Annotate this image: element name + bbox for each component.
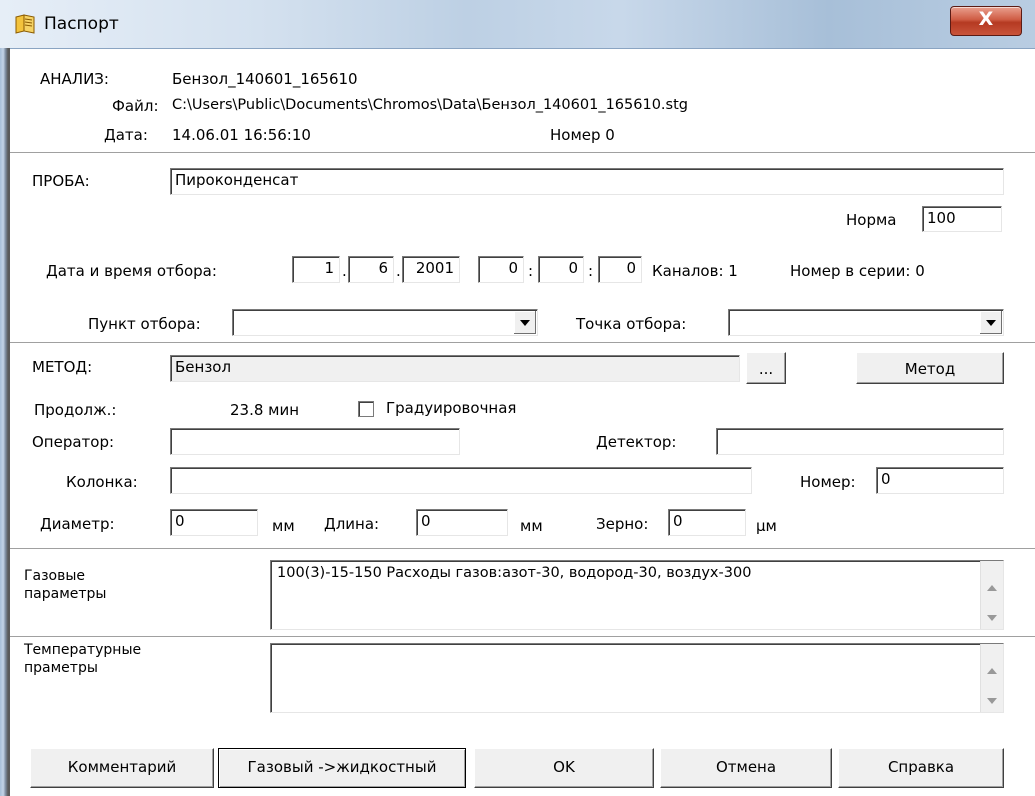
gas-params-scrollbar[interactable] <box>980 561 1003 629</box>
close-icon: X <box>978 8 994 30</box>
ok-button[interactable]: OK <box>474 748 654 788</box>
browse-method-button[interactable]: ... <box>746 352 786 384</box>
analysis-number: Номер 0 <box>550 126 615 144</box>
column-input[interactable] <box>170 467 752 494</box>
sampling-second-input[interactable]: 0 <box>598 256 642 283</box>
sampling-hour-input[interactable]: 0 <box>478 256 524 283</box>
diameter-input[interactable]: 0 <box>170 509 258 536</box>
method-button[interactable]: Метод <box>856 352 1004 384</box>
analysis-name: Бензол_140601_165610 <box>172 70 358 88</box>
time-colon: : <box>528 262 534 280</box>
chevron-down-icon[interactable] <box>979 311 1002 334</box>
duration-label: Продолж.: <box>34 401 117 419</box>
scroll-up-icon[interactable] <box>987 668 997 674</box>
passport-dialog: Паспорт X АНАЛИЗ: Бензол_140601_165610 Ф… <box>0 0 1035 796</box>
sampling-minute-input[interactable]: 0 <box>538 256 584 283</box>
file-label: Файл: <box>112 97 159 115</box>
series-number: Номер в серии: 0 <box>790 262 925 280</box>
sample-input[interactable]: Пироконденсат <box>170 168 1004 195</box>
sampling-point-dropdown[interactable] <box>232 309 538 336</box>
operator-input[interactable] <box>170 428 460 455</box>
date-dot: . <box>342 262 347 280</box>
sampling-year-input[interactable]: 2001 <box>402 256 460 283</box>
norm-input[interactable]: 100 <box>922 206 1002 232</box>
method-input[interactable]: Бензол <box>170 355 740 382</box>
divider <box>10 548 1035 550</box>
comment-button[interactable]: Комментарий <box>30 748 214 788</box>
length-input[interactable]: 0 <box>416 509 508 536</box>
sampling-month-input[interactable]: 6 <box>348 256 394 283</box>
scroll-up-icon[interactable] <box>987 585 997 591</box>
sampling-spot-dropdown[interactable] <box>728 309 1004 336</box>
divider <box>10 152 1035 154</box>
diameter-label: Диаметр: <box>40 515 115 533</box>
gas-params-label-1: Газовые <box>24 568 86 584</box>
operator-label: Оператор: <box>32 433 115 451</box>
column-number-label: Номер: <box>800 473 856 491</box>
divider <box>10 342 1035 344</box>
method-label: МЕТОД: <box>32 358 93 376</box>
channels-count: Каналов: 1 <box>652 262 738 280</box>
analysis-date: 14.06.01 16:56:10 <box>172 126 311 144</box>
temp-params-label-1: Температурные <box>24 642 142 658</box>
date-label: Дата: <box>104 126 148 144</box>
help-button[interactable]: Справка <box>838 748 1004 788</box>
column-label: Колонка: <box>66 473 138 491</box>
duration-value: 23.8 мин <box>230 401 300 419</box>
calibration-label: Градуировочная <box>386 399 517 417</box>
sample-label: ПРОБА: <box>32 172 90 190</box>
detector-label: Детектор: <box>596 433 677 451</box>
length-unit: мм <box>520 517 543 535</box>
close-button[interactable]: X <box>950 6 1022 36</box>
gas-to-liquid-button[interactable]: Газовый ->жидкостный <box>218 748 466 788</box>
sampling-spot-label: Точка отбора: <box>576 315 687 333</box>
temp-params-label-2: праметры <box>24 660 98 676</box>
window-frame-edge <box>8 48 10 796</box>
sampling-point-label: Пункт отбора: <box>88 315 201 333</box>
analysis-label: АНАЛИЗ: <box>40 70 109 88</box>
diameter-unit: мм <box>272 517 295 535</box>
grain-label: Зерно: <box>596 515 649 533</box>
norm-label: Норма <box>846 211 897 229</box>
gas-params-text: 100(3)-15-150 Расходы газов:азот-30, вод… <box>277 565 752 581</box>
date-dot: . <box>396 262 401 280</box>
window-title: Паспорт <box>44 14 119 34</box>
detector-input[interactable] <box>716 428 1004 455</box>
grain-input[interactable]: 0 <box>668 509 746 536</box>
title-bar: Паспорт X <box>0 0 1035 49</box>
sampling-datetime-label: Дата и время отбора: <box>46 262 217 280</box>
column-number-input[interactable]: 0 <box>876 467 1004 494</box>
length-label: Длина: <box>324 515 380 533</box>
grain-unit: µм <box>756 517 777 535</box>
time-colon: : <box>588 262 594 280</box>
file-path: C:\Users\Public\Documents\Chromos\Data\Б… <box>172 97 688 113</box>
sampling-day-input[interactable]: 1 <box>292 256 340 283</box>
chevron-down-icon[interactable] <box>513 311 536 334</box>
calibration-checkbox[interactable] <box>358 401 374 417</box>
gas-params-label-2: параметры <box>24 586 107 602</box>
scroll-down-icon[interactable] <box>987 615 997 621</box>
book-icon <box>15 14 35 34</box>
divider <box>10 636 1035 638</box>
temp-params-scrollbar[interactable] <box>980 644 1003 712</box>
window-frame-left <box>0 48 8 796</box>
scroll-down-icon[interactable] <box>987 698 997 704</box>
cancel-button[interactable]: Отмена <box>660 748 832 788</box>
temp-params-textarea[interactable] <box>270 643 1004 713</box>
gas-params-textarea[interactable]: 100(3)-15-150 Расходы газов:азот-30, вод… <box>270 560 1004 630</box>
